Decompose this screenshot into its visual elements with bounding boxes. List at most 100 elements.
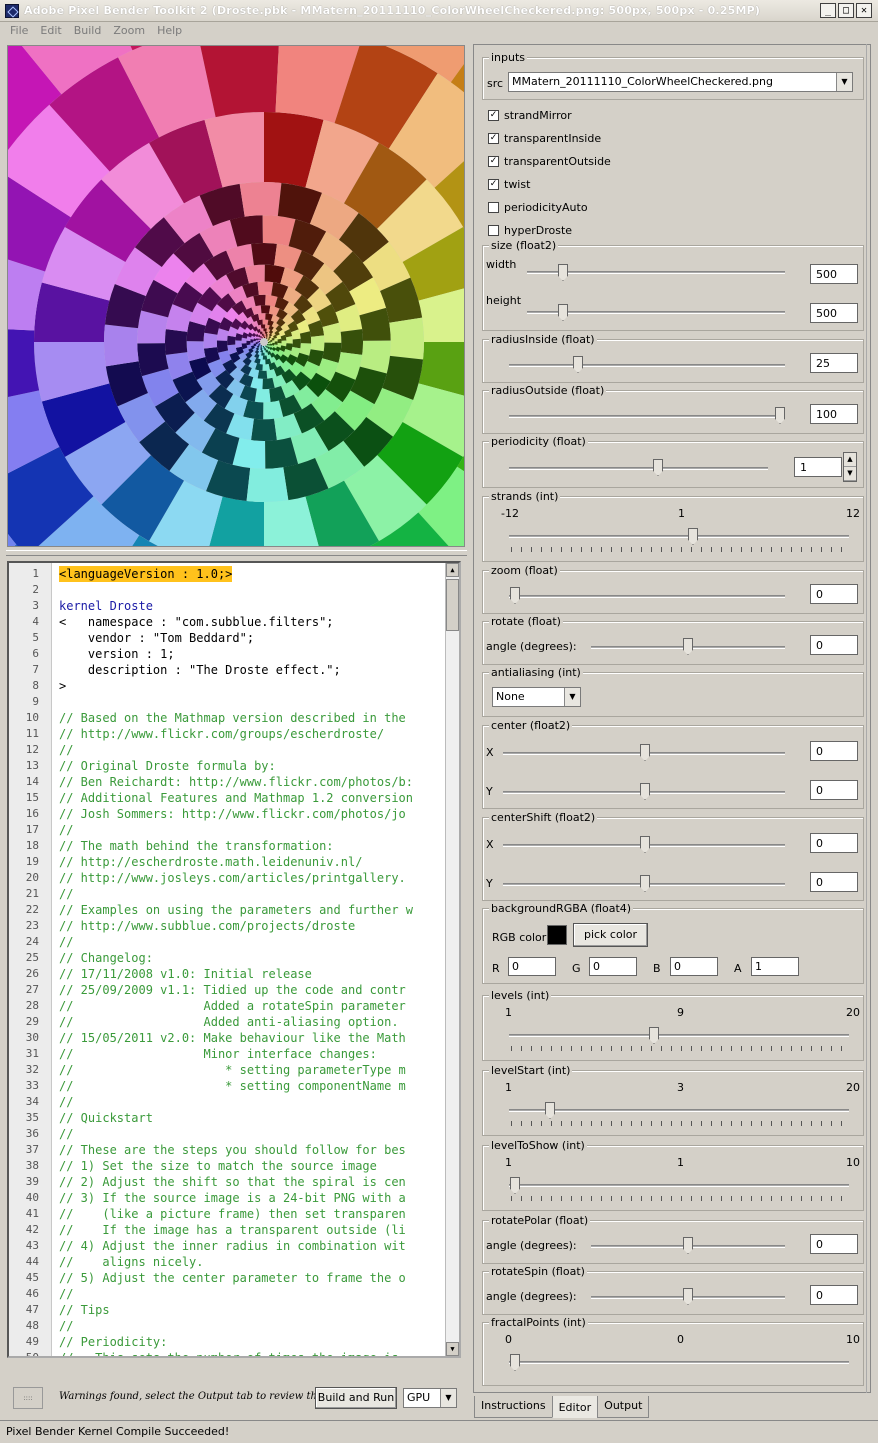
r-input[interactable]: 0: [508, 957, 556, 976]
radius-outside-slider-thumb[interactable]: [775, 407, 785, 424]
menu-build[interactable]: Build: [68, 22, 108, 42]
spin-down-icon[interactable]: ▼: [844, 467, 856, 481]
center-shift-y-input[interactable]: 0: [810, 872, 858, 892]
close-button[interactable]: ✕: [856, 3, 872, 18]
zoom-slider[interactable]: [509, 595, 785, 598]
line-number: 34: [25, 1095, 39, 1108]
checkbox-hyperDroste[interactable]: [488, 225, 499, 236]
code-editor[interactable]: 1 <languageVersion : 1.0;> 2 3 kernel Droste…: [7, 561, 461, 1358]
radius-outside-input[interactable]: 100: [810, 404, 858, 424]
scroll-down-icon[interactable]: ▼: [446, 1342, 459, 1356]
menu-file[interactable]: File: [4, 22, 34, 42]
chevron-down-icon[interactable]: ▼: [836, 73, 852, 91]
center-x-slider-thumb[interactable]: [640, 744, 650, 761]
chevron-down-icon[interactable]: ▼: [564, 688, 580, 706]
maximize-button[interactable]: □: [838, 3, 854, 18]
radius-inside-slider[interactable]: [509, 364, 785, 367]
checkbox-transparentOutside[interactable]: ✓: [488, 156, 499, 167]
levels-slider[interactable]: [509, 1034, 849, 1037]
rotate-spin-slider-thumb[interactable]: [683, 1288, 693, 1305]
panel-scrollbar[interactable]: [866, 44, 876, 1393]
spin-up-icon[interactable]: ▲: [844, 453, 856, 467]
fractal-points-slider-thumb[interactable]: [510, 1354, 520, 1371]
radius-inside-input[interactable]: 25: [810, 353, 858, 373]
width-input[interactable]: 500: [810, 264, 858, 284]
chevron-down-icon[interactable]: ▼: [440, 1389, 456, 1407]
tab-output[interactable]: Output: [597, 1396, 650, 1418]
radius-outside-slider[interactable]: [509, 415, 785, 418]
droste-cell: [262, 355, 268, 360]
rotate-slider-thumb[interactable]: [683, 638, 693, 655]
code-text: // 2) Adjust the shift so that the spira…: [59, 1175, 406, 1189]
checkbox-transparentInside[interactable]: ✓: [488, 133, 499, 144]
checkbox-twist[interactable]: ✓: [488, 179, 499, 190]
editor-scrollbar[interactable]: ▲ ▼: [445, 563, 459, 1356]
center-shift-x-label: X: [486, 838, 494, 851]
center-x-input[interactable]: 0: [810, 741, 858, 761]
periodicity-input[interactable]: 1: [794, 457, 842, 477]
menu-edit[interactable]: Edit: [34, 22, 67, 42]
tab-editor[interactable]: Editor: [551, 1396, 599, 1418]
level-to-show-slider-thumb[interactable]: [510, 1177, 520, 1194]
image-preview[interactable]: [7, 45, 465, 547]
device-select[interactable]: GPU ▼: [403, 1388, 457, 1408]
checkbox-periodicityAuto[interactable]: [488, 202, 499, 213]
rotate-spin-input[interactable]: 0: [810, 1285, 858, 1305]
droste-cell: [262, 331, 266, 334]
checkbox-strandMirror[interactable]: ✓: [488, 110, 499, 121]
tab-instructions[interactable]: Instructions: [474, 1396, 553, 1418]
level-start-slider[interactable]: [509, 1109, 849, 1112]
center-shift-x-input[interactable]: 0: [810, 833, 858, 853]
strands-max: 12: [846, 507, 860, 520]
grip-icon[interactable]: ::::: [13, 1387, 43, 1409]
code-text: // 15/05/2011 v2.0: Make behaviour like …: [59, 1031, 406, 1045]
zoom-slider-thumb[interactable]: [510, 587, 520, 604]
height-slider-thumb[interactable]: [558, 304, 568, 321]
levels-slider-thumb[interactable]: [649, 1027, 659, 1044]
fractal-points-slider[interactable]: [509, 1361, 849, 1364]
droste-cell: [227, 335, 236, 346]
scroll-up-icon[interactable]: ▲: [446, 563, 459, 577]
periodicity-slider[interactable]: [509, 467, 768, 470]
b-input[interactable]: 0: [670, 957, 718, 976]
rotate-polar-slider-thumb[interactable]: [683, 1237, 693, 1254]
level-start-slider-thumb[interactable]: [545, 1102, 555, 1119]
line-number: 10: [25, 711, 39, 724]
strands-slider-thumb[interactable]: [688, 528, 698, 545]
group-label: rotatePolar (float): [489, 1214, 591, 1227]
center-y-input[interactable]: 0: [810, 780, 858, 800]
center-shift-group: centerShift (float2) X 0 Y 0: [482, 811, 864, 901]
build-and-run-button[interactable]: Build and Run: [315, 1387, 397, 1409]
line-number: 8: [32, 679, 39, 692]
a-input[interactable]: 1: [751, 957, 799, 976]
zoom-input[interactable]: 0: [810, 584, 858, 604]
rotate-polar-input[interactable]: 0: [810, 1234, 858, 1254]
center-shift-y-slider-thumb[interactable]: [640, 875, 650, 892]
periodicity-spinner[interactable]: ▲ ▼: [843, 452, 857, 482]
level-to-show-slider[interactable]: [509, 1184, 849, 1187]
pick-color-button[interactable]: pick color: [573, 923, 648, 947]
line-number: 24: [25, 935, 39, 948]
g-input[interactable]: 0: [589, 957, 637, 976]
color-swatch[interactable]: [547, 925, 567, 945]
antialiasing-select[interactable]: None ▼: [492, 687, 581, 707]
width-slider-thumb[interactable]: [558, 264, 568, 281]
periodicity-slider-thumb[interactable]: [653, 459, 663, 476]
center-y-slider-thumb[interactable]: [640, 783, 650, 800]
code-text: // Original Droste formula by:: [59, 759, 276, 773]
pane-splitter[interactable]: [6, 550, 467, 556]
rotate-input[interactable]: 0: [810, 635, 858, 655]
strands-slider[interactable]: [509, 535, 849, 538]
src-select[interactable]: MMatern_20111110_ColorWheelCheckered.png…: [508, 72, 853, 92]
center-shift-x-slider-thumb[interactable]: [640, 836, 650, 853]
droste-preview-image: [8, 46, 464, 546]
height-input[interactable]: 500: [810, 303, 858, 323]
radius-inside-slider-thumb[interactable]: [573, 356, 583, 373]
droste-cell: [389, 317, 425, 360]
menu-help[interactable]: Help: [151, 22, 188, 42]
minimize-button[interactable]: _: [820, 3, 836, 18]
checkbox-label: periodicityAuto: [504, 201, 588, 214]
menu-zoom[interactable]: Zoom: [107, 22, 151, 42]
code-text: //: [59, 823, 74, 837]
scroll-thumb[interactable]: [446, 579, 459, 631]
